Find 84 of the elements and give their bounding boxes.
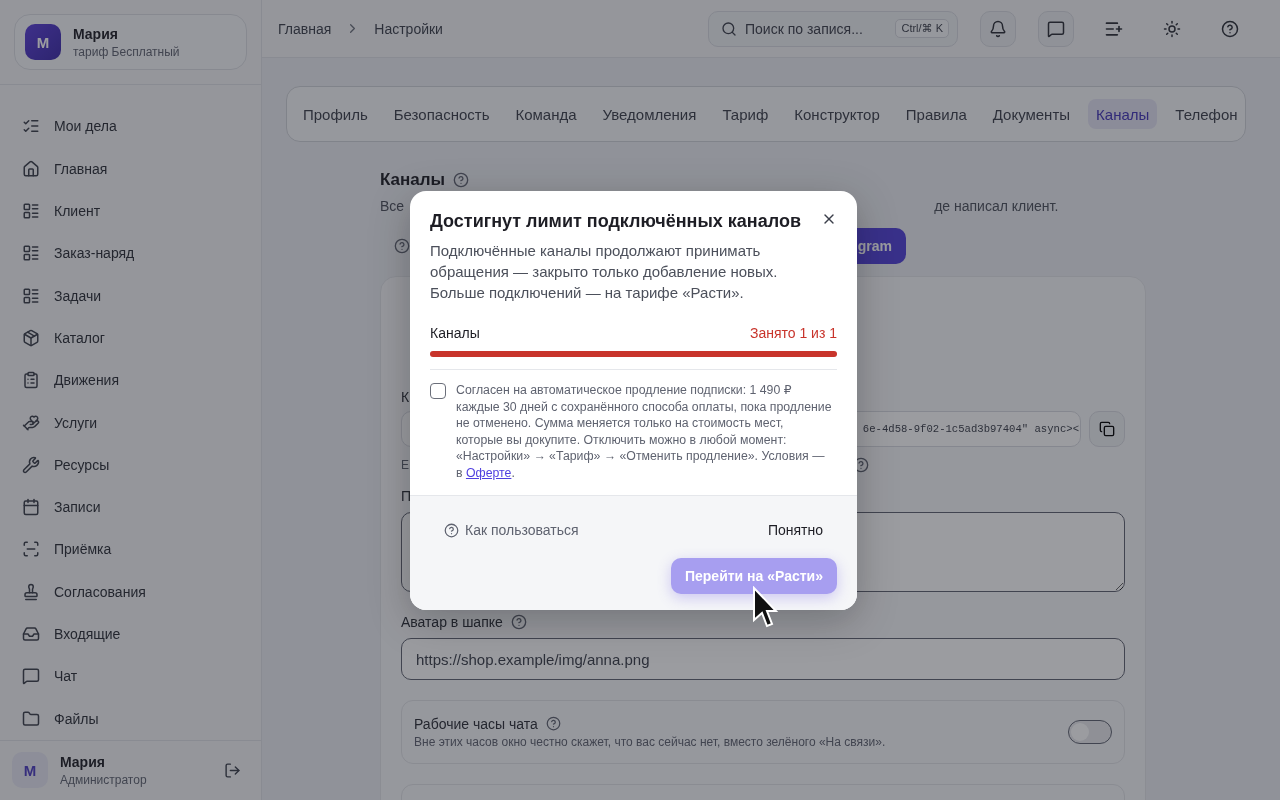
box-icon — [22, 328, 40, 347]
sidebar-item[interactable]: Приёмка — [10, 528, 251, 571]
sidebar-item[interactable]: Записи — [10, 486, 251, 529]
list-icon — [22, 244, 40, 263]
sidebar-item[interactable]: Мои дела — [10, 105, 251, 148]
tab[interactable]: Правила — [897, 99, 975, 129]
consent-checkbox[interactable] — [430, 383, 446, 399]
account-card[interactable]: М Мария тариф Бесплатный — [14, 14, 247, 71]
help-icon — [545, 716, 561, 731]
sidebar-item[interactable]: Входящие — [10, 612, 251, 656]
sidebar-item[interactable]: Согласования — [10, 570, 251, 613]
shortcut-hint: Ctrl/⌘ K — [895, 19, 949, 38]
breadcrumb-link[interactable]: Настройки — [374, 20, 443, 37]
help-icon — [453, 172, 470, 188]
field-hint: Е — [401, 458, 409, 472]
sidebar-item[interactable]: Файлы — [10, 697, 251, 740]
user-role: Администратор — [60, 772, 148, 787]
option-title: Рабочие часы чата — [414, 715, 538, 732]
toggle-switch[interactable] — [1068, 720, 1112, 744]
clipboard-icon — [22, 371, 40, 390]
inbox-icon — [22, 625, 40, 644]
tab[interactable]: Уведомления — [594, 99, 705, 129]
tab[interactable]: Профиль — [295, 99, 376, 129]
tab[interactable]: Тариф — [714, 99, 777, 129]
logout-icon[interactable] — [224, 761, 241, 779]
home-icon — [22, 159, 40, 178]
ok-button[interactable]: Понятно — [753, 516, 837, 544]
help-icon — [444, 522, 459, 538]
section-description: Все — [380, 198, 405, 214]
chat-button[interactable] — [1038, 10, 1074, 47]
dialog-title: Достигнут лимит подключённых каналов — [430, 211, 801, 232]
sidebar-item[interactable]: Заказ-наряд — [10, 232, 251, 275]
plan-label: тариф Бесплатный — [73, 44, 180, 59]
copy-icon — [1099, 421, 1115, 437]
tab[interactable]: Безопасность — [385, 99, 498, 129]
notifications-button[interactable] — [980, 10, 1016, 47]
chat-icon — [22, 667, 40, 686]
account-name: Мария — [73, 25, 119, 42]
tab[interactable]: Документы — [984, 99, 1079, 129]
dialog-text: Подключённые каналы продолжают принимать обращения — закрыто только добавление новых. Больше подключений — на тарифе «Расти». — [430, 241, 779, 303]
chat-icon — [1047, 19, 1065, 38]
sidebar-item[interactable]: Услуги — [10, 401, 251, 444]
sidebar-item[interactable]: Клиент — [10, 189, 251, 233]
calendar-icon — [22, 498, 40, 517]
avatar: М — [12, 752, 48, 789]
stamp-icon — [22, 582, 40, 601]
help-icon — [510, 614, 527, 630]
folder-icon — [22, 709, 40, 728]
bell-icon — [989, 19, 1007, 38]
sidebar-item[interactable]: Чат — [10, 655, 251, 698]
field-label: К — [401, 389, 410, 405]
tab[interactable]: Каналы — [1088, 99, 1158, 129]
tab[interactable]: Команда — [507, 99, 585, 129]
search-field[interactable]: Поиск по запися... Ctrl/⌘ K — [708, 10, 958, 47]
breadcrumb-link[interactable]: Главная — [278, 20, 332, 37]
tab[interactable]: Конструктор — [786, 99, 888, 129]
field-label: П — [401, 488, 412, 504]
consent-text: Согласен на автоматическое продление подписки: 1 490 ₽ каждые 30 дней с сохранённого способа оплаты, пока продление не отменено. Сумма меняется только на стоимость мест, которые вы докупите. Отключить можно в любой момент: «Настройки» → «Тариф» → «Отменить продление». Условия — в Оферте. — [456, 382, 833, 481]
avatar-url-field[interactable]: https://shop.example/img/anna.png — [401, 638, 1125, 680]
tab[interactable]: Телефон — [1167, 99, 1245, 129]
sun-icon — [1163, 19, 1181, 38]
help-icon — [1221, 19, 1239, 38]
option-description: Вне этих часов окно честно скажет, что вас сейчас нет, вместо зелёного «На связи». — [414, 734, 886, 749]
section-description: де написал клиент. — [934, 198, 1059, 214]
copy-button[interactable] — [1089, 411, 1125, 447]
sidebar-item[interactable]: Каталог — [10, 316, 251, 360]
list-icon — [22, 286, 40, 305]
search-icon — [721, 20, 737, 37]
wrench-icon — [22, 455, 40, 474]
meter-label: Каналы — [430, 325, 480, 341]
field-label: Аватар в шапке — [401, 614, 503, 630]
list-icon — [22, 202, 40, 221]
how-to-button[interactable]: Как пользоваться — [430, 516, 593, 544]
scan-icon — [22, 540, 40, 559]
help-icon — [394, 238, 410, 254]
hand-icon — [22, 413, 40, 432]
sidebar-item[interactable]: Задачи — [10, 274, 251, 317]
section-title: Каналы — [380, 170, 446, 190]
sidebar-item[interactable]: Движения — [10, 359, 251, 402]
sidebar-item[interactable]: Главная — [10, 147, 251, 190]
user-name: Мария — [60, 753, 106, 770]
meter-reading: Занято 1 из 1 — [749, 325, 837, 341]
sidebar-item[interactable]: Ресурсы — [10, 443, 251, 486]
avatar: М — [25, 24, 61, 61]
